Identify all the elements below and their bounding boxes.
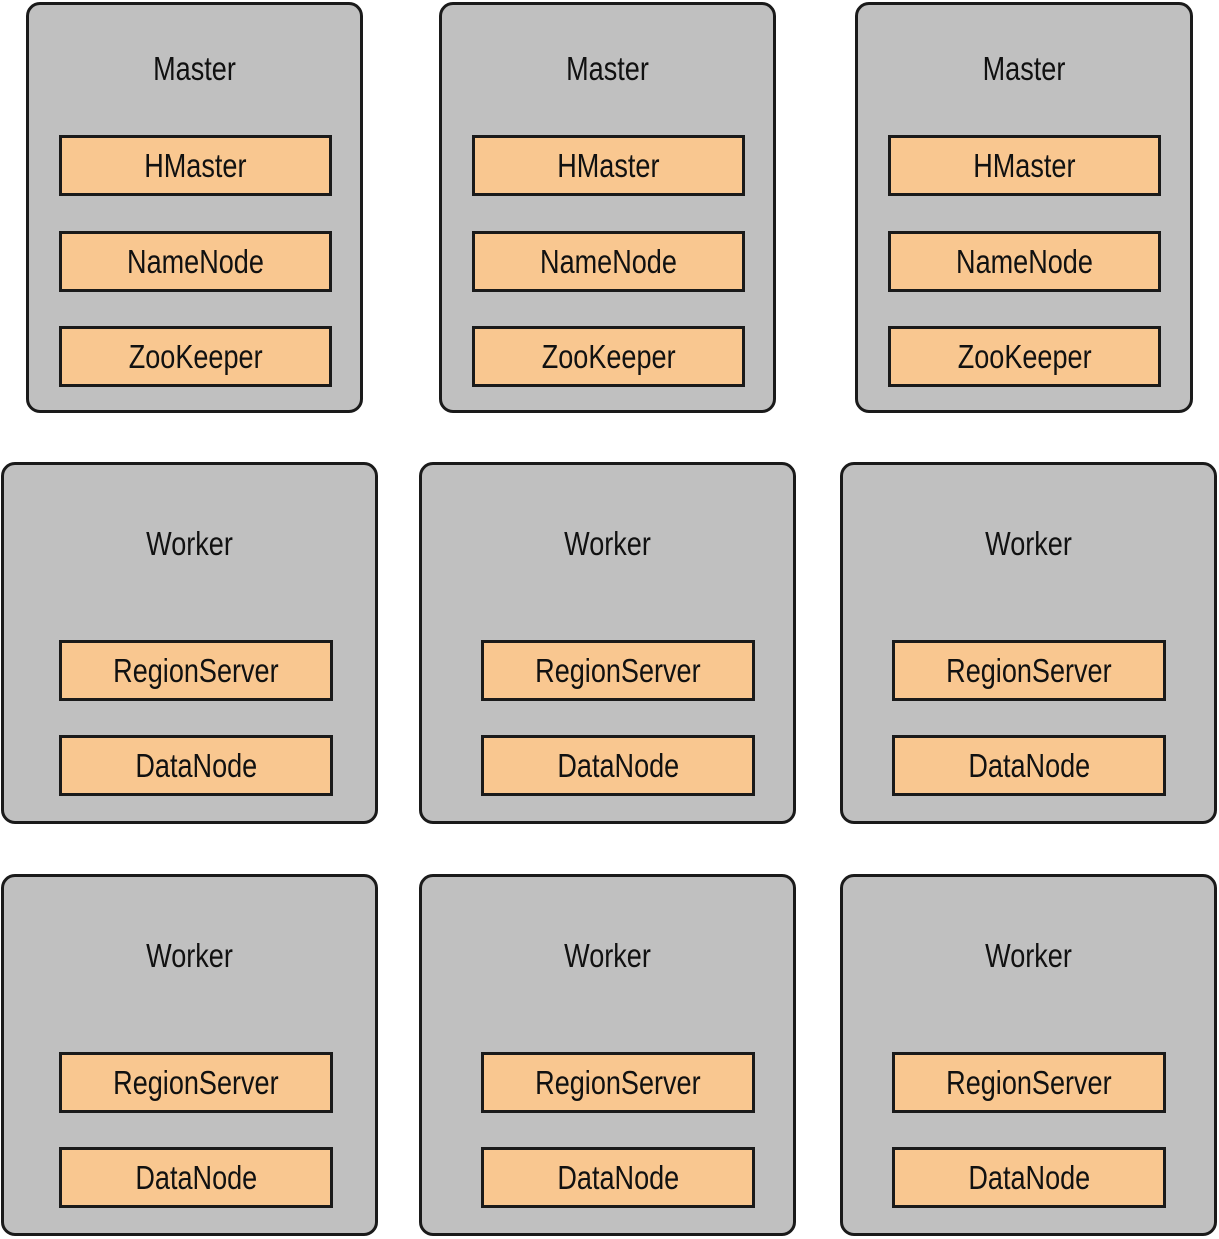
node-title: Master [982,50,1066,87]
service-label: DataNode [135,747,257,784]
node-title: Worker [985,937,1072,974]
service-label: ZooKeeper [541,338,676,375]
worker-node: Worker RegionServer DataNode [419,874,796,1236]
service-regionserver: RegionServer [481,640,755,701]
service-datanode: DataNode [59,1147,333,1208]
worker-node: Worker RegionServer DataNode [1,874,378,1236]
master-node: Master HMaster NameNode ZooKeeper [855,2,1193,413]
node-title: Master [566,50,649,87]
service-regionserver: RegionServer [481,1052,755,1113]
service-regionserver: RegionServer [59,640,333,701]
service-label: HMaster [144,147,247,184]
service-label: HMaster [973,147,1076,184]
service-label: RegionServer [535,1064,701,1101]
service-label: DataNode [557,1159,679,1196]
node-title: Worker [564,937,651,974]
worker-node: Worker RegionServer DataNode [840,462,1217,824]
node-title: Worker [985,525,1072,562]
node-title: Worker [564,525,651,562]
service-hmaster: HMaster [888,135,1161,196]
service-label: RegionServer [946,652,1112,689]
node-title: Worker [146,525,233,562]
worker-node: Worker RegionServer DataNode [840,874,1217,1236]
node-title: Master [153,50,236,87]
service-namenode: NameNode [59,231,332,292]
service-label: NameNode [540,243,677,280]
service-namenode: NameNode [472,231,745,292]
service-zookeeper: ZooKeeper [888,326,1161,387]
service-label: ZooKeeper [957,338,1092,375]
worker-node: Worker RegionServer DataNode [419,462,796,824]
service-zookeeper: ZooKeeper [59,326,332,387]
service-datanode: DataNode [481,1147,755,1208]
service-label: RegionServer [113,1064,279,1101]
service-label: DataNode [557,747,679,784]
service-label: DataNode [968,1159,1090,1196]
service-datanode: DataNode [892,735,1166,796]
service-label: NameNode [127,243,264,280]
service-zookeeper: ZooKeeper [472,326,745,387]
service-regionserver: RegionServer [892,640,1166,701]
service-datanode: DataNode [892,1147,1166,1208]
service-datanode: DataNode [481,735,755,796]
service-label: RegionServer [113,652,279,689]
service-datanode: DataNode [59,735,333,796]
master-node: Master HMaster NameNode ZooKeeper [26,2,363,413]
service-label: HMaster [557,147,660,184]
worker-node: Worker RegionServer DataNode [1,462,378,824]
service-hmaster: HMaster [59,135,332,196]
service-label: RegionServer [535,652,701,689]
service-label: ZooKeeper [128,338,263,375]
service-label: DataNode [968,747,1090,784]
service-label: DataNode [135,1159,257,1196]
service-regionserver: RegionServer [59,1052,333,1113]
service-namenode: NameNode [888,231,1161,292]
master-node: Master HMaster NameNode ZooKeeper [439,2,776,413]
service-regionserver: RegionServer [892,1052,1166,1113]
service-label: NameNode [956,243,1093,280]
service-label: RegionServer [946,1064,1112,1101]
node-title: Worker [146,937,233,974]
service-hmaster: HMaster [472,135,745,196]
